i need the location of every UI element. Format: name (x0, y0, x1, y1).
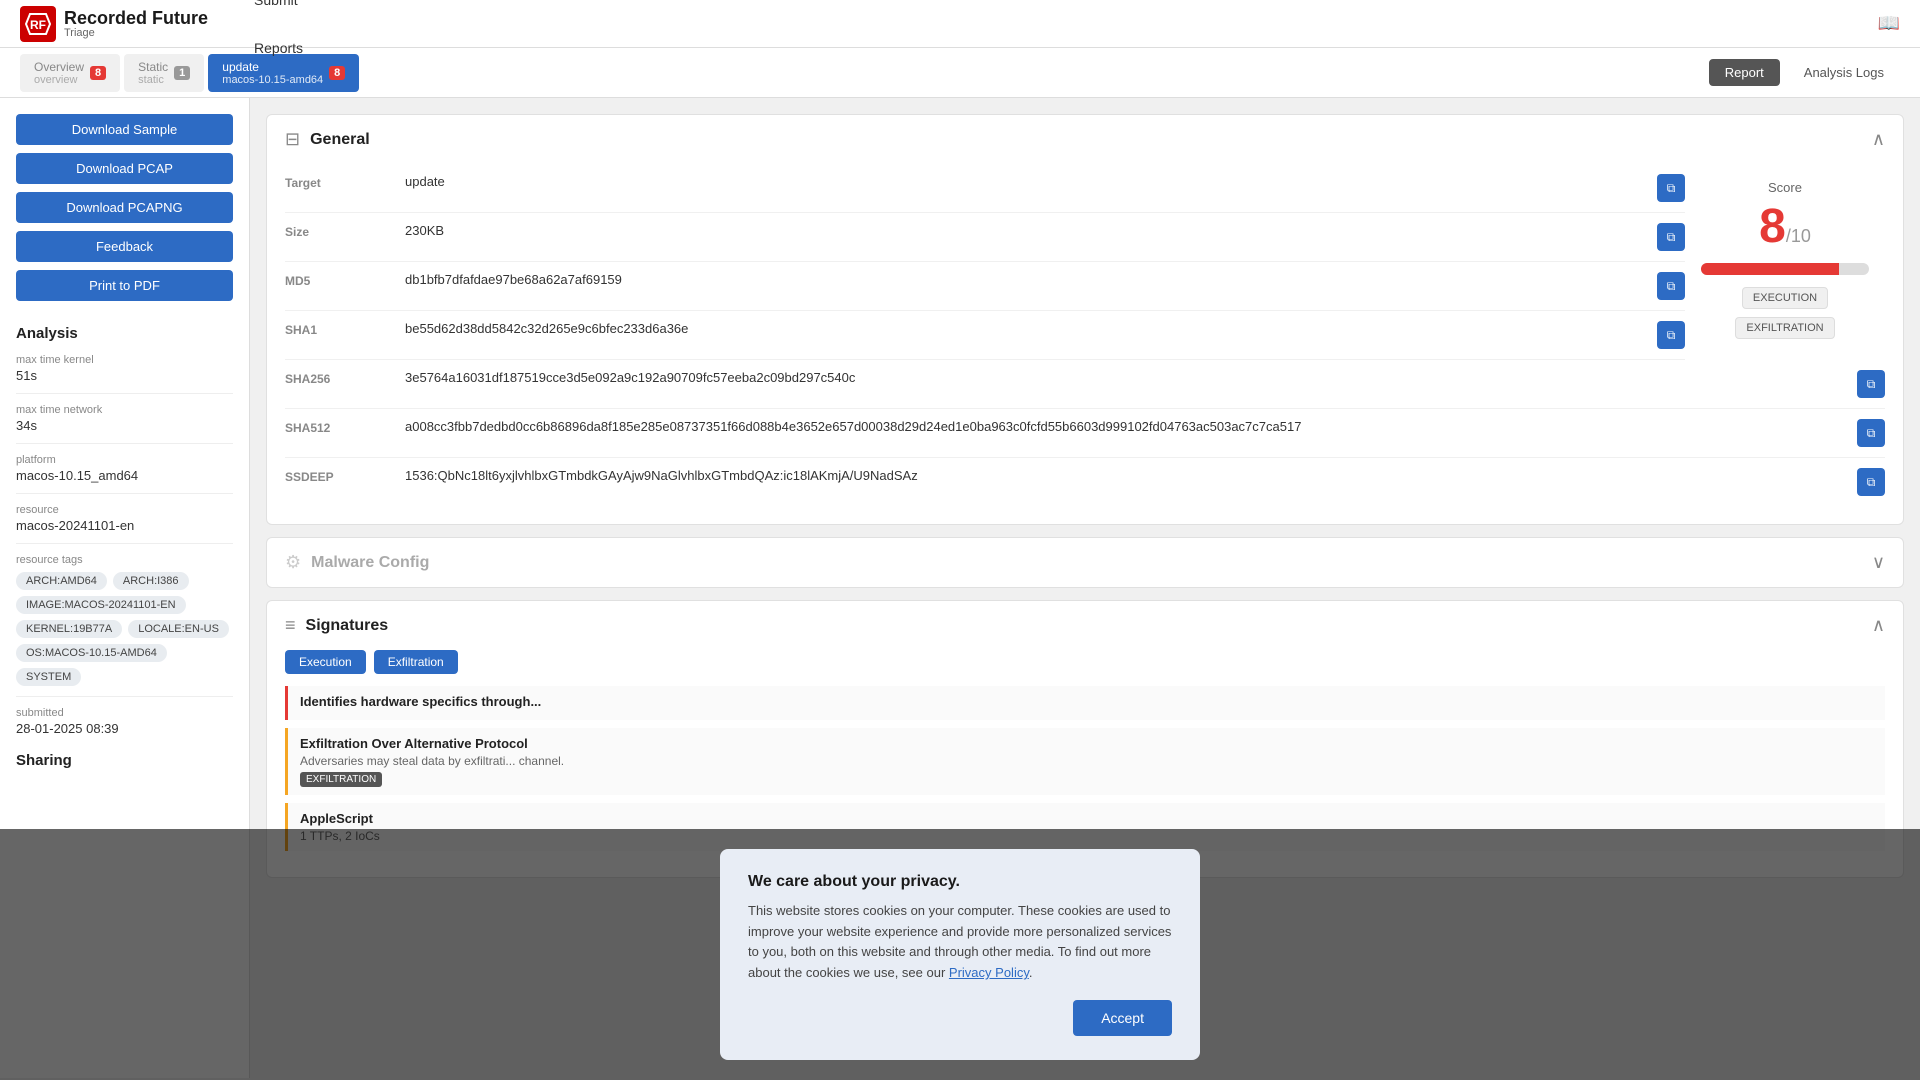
main-nav: Submit Reports (238, 0, 319, 72)
cookie-banner: We care about your privacy. This website… (0, 829, 1920, 1080)
analysis-resource: resource macos-20241101-en (16, 504, 233, 533)
tag-image: IMAGE:MACOS-20241101-EN (16, 596, 186, 614)
score-total: /10 (1786, 226, 1811, 246)
cookie-accept-button[interactable]: Accept (1073, 1000, 1172, 1036)
field-sha1: SHA1 be55d62d38dd5842c32d265e9c6bfec233d… (285, 311, 1685, 360)
signatures-collapse-icon[interactable]: ∧ (1872, 615, 1885, 636)
analysis-section: Analysis max time kernel 51s max time ne… (16, 325, 233, 736)
sig-filter-exfiltration[interactable]: Exfiltration (374, 650, 458, 674)
analysis-submitted: submitted 28-01-2025 08:39 (16, 707, 233, 736)
malware-config-expand-icon[interactable]: ∨ (1872, 552, 1885, 573)
analysis-platform: platform macos-10.15_amd64 (16, 454, 233, 483)
sig-title-0: Identifies hardware specifics through... (300, 694, 1873, 709)
nav-submit[interactable]: Submit (238, 0, 319, 24)
analysis-logs-btn[interactable]: Analysis Logs (1788, 59, 1900, 86)
field-md5: MD5 db1bfb7dfafdae97be68a62a7af69159 ⧉ (285, 262, 1685, 311)
tab-static-badge: 1 (174, 66, 190, 80)
score-panel: Score 8/10 EXECUTION EXFILTRATION (1685, 164, 1885, 355)
analysis-resource-tags: resource tags ARCH:AMD64 ARCH:I386 IMAGE… (16, 554, 233, 686)
sig-desc-1: Adversaries may steal data by exfiltrati… (300, 754, 1873, 768)
cookie-privacy-link[interactable]: Privacy Policy (949, 965, 1029, 980)
tab-actions: Report Analysis Logs (1709, 59, 1900, 86)
sharing-title: Sharing (16, 752, 233, 769)
field-target: Target update ⧉ (285, 164, 1685, 213)
tab-overview-label: Overview overview (34, 60, 84, 86)
score-bar (1701, 263, 1869, 275)
general-section: ⊟ General ∧ Score 8/10 EXECUTION (266, 114, 1904, 525)
score-label: Score (1701, 180, 1869, 195)
tab-static[interactable]: Static static 1 (124, 54, 204, 92)
logo-icon: RF (20, 6, 56, 42)
feedback-button[interactable]: Feedback (16, 231, 233, 262)
app-name: Recorded Future (64, 9, 208, 27)
tag-locale: LOCALE:EN-US (128, 620, 229, 638)
score-tag-execution: EXECUTION (1742, 287, 1828, 309)
copy-sha256-btn[interactable]: ⧉ (1857, 370, 1885, 398)
signatures-header[interactable]: ≡ Signatures ∧ (267, 601, 1903, 650)
download-pcapng-button[interactable]: Download PCAPNG (16, 192, 233, 223)
tab-update-badge: 8 (329, 66, 345, 80)
report-btn[interactable]: Report (1709, 59, 1780, 86)
tag-system: SYSTEM (16, 668, 81, 686)
signatures-icon: ≡ (285, 615, 296, 636)
tag-kernel: KERNEL:19B77A (16, 620, 122, 638)
general-fields: Target update ⧉ Size 230KB ⧉ MD5 db1bfb7… (285, 164, 1885, 506)
field-sha256: SHA256 3e5764a16031df187519cce3d5e092a9c… (285, 360, 1885, 409)
field-sha512: SHA512 a008cc3fbb7dedbd0cc6b86896da8f185… (285, 409, 1885, 458)
analysis-title: Analysis (16, 325, 233, 342)
score-tag-exfiltration: EXFILTRATION (1735, 317, 1834, 339)
sig-item-0: Identifies hardware specifics through... (285, 686, 1885, 720)
score-number: 8 (1759, 200, 1786, 253)
sig-title-1: Exfiltration Over Alternative Protocol (300, 736, 1873, 751)
malware-config-header[interactable]: ⚙ Malware Config ∨ (267, 538, 1903, 587)
cookie-box: We care about your privacy. This website… (720, 849, 1200, 1060)
field-size: Size 230KB ⧉ (285, 213, 1685, 262)
malware-config-title: Malware Config (311, 554, 429, 572)
tab-static-label: Static static (138, 60, 168, 86)
general-title: General (310, 131, 370, 149)
logo: RF Recorded Future Triage (20, 6, 208, 42)
tag-list: ARCH:AMD64 ARCH:I386 IMAGE:MACOS-2024110… (16, 572, 233, 686)
tab-overview[interactable]: Overview overview 8 (20, 54, 120, 92)
cookie-title: We care about your privacy. (748, 873, 1172, 891)
sig-title-2: AppleScript (300, 811, 1873, 826)
malware-config-section: ⚙ Malware Config ∨ (266, 537, 1904, 588)
signatures-title: Signatures (306, 617, 389, 635)
analysis-max-time-network: max time network 34s (16, 404, 233, 433)
sig-badge-1: EXFILTRATION (300, 772, 382, 787)
general-collapse-icon[interactable]: ∧ (1872, 129, 1885, 150)
tag-os: OS:MACOS-10.15-AMD64 (16, 644, 167, 662)
sig-filter-bar: Execution Exfiltration (285, 650, 1885, 674)
copy-md5-btn[interactable]: ⧉ (1657, 272, 1685, 300)
score-bar-fill (1701, 263, 1839, 275)
book-icon[interactable]: 📖 (1878, 13, 1900, 34)
copy-sha1-btn[interactable]: ⧉ (1657, 321, 1685, 349)
nav-reports[interactable]: Reports (238, 24, 319, 72)
svg-text:RF: RF (30, 18, 46, 32)
tag-arch-amd64: ARCH:AMD64 (16, 572, 107, 590)
cookie-text: This website stores cookies on your comp… (748, 901, 1172, 984)
copy-sha512-btn[interactable]: ⧉ (1857, 419, 1885, 447)
sig-item-1: Exfiltration Over Alternative Protocol A… (285, 728, 1885, 795)
download-sample-button[interactable]: Download Sample (16, 114, 233, 145)
general-body: Score 8/10 EXECUTION EXFILTRATION (267, 164, 1903, 524)
tag-arch-i386: ARCH:I386 (113, 572, 189, 590)
copy-ssdeep-btn[interactable]: ⧉ (1857, 468, 1885, 496)
app-product: Triage (64, 27, 208, 39)
field-ssdeep: SSDEEP 1536:QbNc18lt6yxjlvhlbxGTmbdkGAyA… (285, 458, 1885, 506)
score-tags: EXECUTION EXFILTRATION (1701, 287, 1869, 339)
tab-overview-badge: 8 (90, 66, 106, 80)
download-pcap-button[interactable]: Download PCAP (16, 153, 233, 184)
header-right: 📖 (1878, 13, 1900, 34)
print-pdf-button[interactable]: Print to PDF (16, 270, 233, 301)
sig-filter-execution[interactable]: Execution (285, 650, 366, 674)
general-section-header[interactable]: ⊟ General ∧ (267, 115, 1903, 164)
copy-target-btn[interactable]: ⧉ (1657, 174, 1685, 202)
malware-config-icon: ⚙ (285, 552, 301, 573)
general-icon: ⊟ (285, 129, 300, 150)
analysis-max-time-kernel: max time kernel 51s (16, 354, 233, 383)
copy-size-btn[interactable]: ⧉ (1657, 223, 1685, 251)
app-header: RF Recorded Future Triage Submit Reports… (0, 0, 1920, 48)
